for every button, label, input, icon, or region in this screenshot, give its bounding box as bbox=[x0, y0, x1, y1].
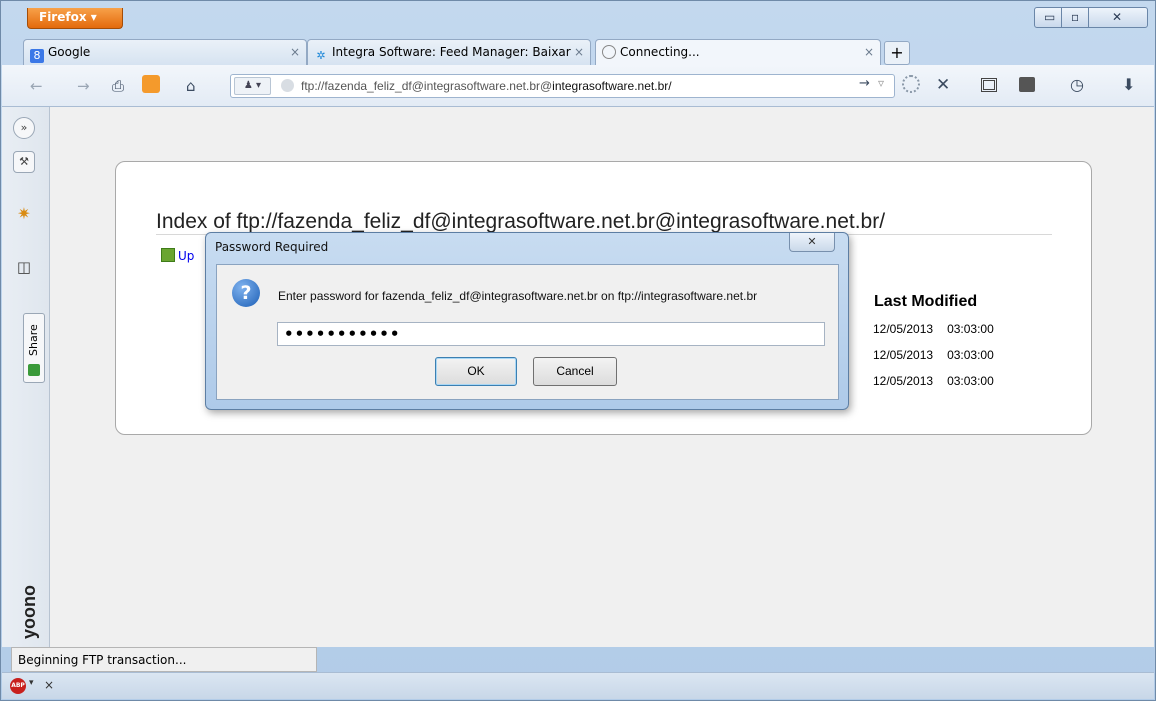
close-window-button[interactable]: ✕ bbox=[1088, 7, 1148, 28]
print-icon[interactable]: ⎙ bbox=[112, 77, 124, 95]
list-item: 12/05/2013 03:03:00 bbox=[873, 374, 994, 388]
navigation-toolbar: ← → ⎙ ⌂ ♟ ▾ ftp://fazenda_feliz_df@integ… bbox=[2, 65, 1154, 107]
question-icon: ? bbox=[232, 279, 260, 307]
share-icon bbox=[28, 364, 40, 376]
integra-star-icon: ✲ bbox=[316, 49, 326, 62]
abp-dropdown-icon[interactable]: ▾ bbox=[29, 678, 34, 688]
close-icon: ✕ bbox=[807, 235, 817, 248]
up-link[interactable]: Up bbox=[161, 248, 194, 263]
list-item: 12/05/2013 03:03:00 bbox=[873, 322, 994, 336]
close-addon-bar-icon[interactable]: × bbox=[44, 678, 54, 692]
password-field[interactable]: ••••••••••• bbox=[277, 322, 825, 346]
maximize-icon: ▫ bbox=[1071, 10, 1080, 24]
tab-label: Integra Software: Feed Manager: Baixar bbox=[332, 45, 571, 59]
globe-icon bbox=[281, 79, 294, 92]
addon-bar: ABP ▾ × bbox=[2, 672, 1154, 699]
bookmarks-icon[interactable] bbox=[1019, 77, 1035, 92]
ok-button[interactable]: OK bbox=[435, 357, 517, 386]
stop-icon[interactable]: ✕ bbox=[936, 75, 950, 95]
dialog-close-button[interactable]: ✕ bbox=[789, 233, 835, 252]
last-modified-header[interactable]: Last Modified bbox=[874, 293, 977, 311]
forward-icon[interactable]: → bbox=[77, 77, 90, 95]
identity-button[interactable]: ♟ ▾ bbox=[234, 77, 271, 95]
panel-toggle-icon[interactable]: ◫ bbox=[13, 257, 35, 279]
browser-window: Firefox ▾ ▭ ▫ ✕ 8 Google × ✲ Integra Softw… bbox=[0, 0, 1156, 701]
url-text[interactable]: ftp://fazenda_feliz_df@integrasoftware.n… bbox=[301, 79, 672, 93]
share-button[interactable]: Share bbox=[23, 313, 45, 383]
tab-close-icon[interactable]: × bbox=[574, 45, 584, 59]
go-icon[interactable]: → bbox=[859, 76, 870, 91]
new-tab-button[interactable]: + bbox=[884, 41, 910, 65]
yoono-star-icon[interactable]: ✷ bbox=[13, 204, 35, 226]
dialog-body: ? Enter password for fazenda_feliz_df@in… bbox=[216, 264, 839, 400]
dialog-message: Enter password for fazenda_feliz_df@inte… bbox=[278, 289, 758, 303]
folder-up-icon bbox=[161, 248, 175, 262]
url-bar[interactable]: ♟ ▾ ftp://fazenda_feliz_df@integrasoftwa… bbox=[230, 74, 895, 98]
clock-icon[interactable]: ◷ bbox=[1070, 75, 1084, 94]
firefox-menu-button[interactable]: Firefox ▾ bbox=[27, 8, 123, 29]
list-item: 12/05/2013 03:03:00 bbox=[873, 348, 994, 362]
page-title: Index of ftp://fazenda_feliz_df@integras… bbox=[156, 210, 886, 233]
cancel-button[interactable]: Cancel bbox=[533, 357, 617, 386]
yoono-logo: yoono bbox=[19, 585, 39, 639]
tab-google[interactable]: 8 Google × bbox=[23, 39, 307, 65]
minimize-icon: ▭ bbox=[1044, 10, 1056, 24]
tab-label: Google bbox=[48, 45, 91, 59]
tab-integra[interactable]: ✲ Integra Software: Feed Manager: Baixar … bbox=[307, 39, 591, 65]
expand-sidebar-button[interactable]: » bbox=[13, 117, 35, 139]
reload-spinner-icon bbox=[902, 75, 920, 93]
minimize-button[interactable]: ▭ bbox=[1034, 7, 1062, 28]
loading-icon bbox=[602, 45, 616, 59]
google-icon: 8 bbox=[30, 49, 44, 63]
addon-icon[interactable] bbox=[142, 75, 160, 93]
back-icon[interactable]: ← bbox=[30, 77, 43, 95]
password-dialog: Password Required ✕ ? Enter password for… bbox=[205, 232, 849, 410]
tab-label: Connecting... bbox=[620, 45, 700, 59]
share-label: Share bbox=[27, 324, 40, 356]
status-text: Beginning FTP transaction... bbox=[11, 647, 317, 672]
tab-close-icon[interactable]: × bbox=[864, 45, 874, 59]
adblock-plus-icon[interactable]: ABP bbox=[10, 678, 26, 694]
tools-icon[interactable]: ⚒ bbox=[13, 151, 35, 173]
maximize-button[interactable]: ▫ bbox=[1061, 7, 1089, 28]
close-icon: ✕ bbox=[1112, 10, 1123, 24]
grid-icon[interactable] bbox=[981, 78, 997, 92]
dialog-title: Password Required bbox=[215, 240, 329, 254]
tab-close-icon[interactable]: × bbox=[290, 45, 300, 59]
history-dropdown-icon[interactable]: ▿ bbox=[878, 76, 884, 90]
tab-connecting[interactable]: Connecting... × bbox=[595, 39, 881, 66]
download-icon[interactable]: ⬇ bbox=[1122, 75, 1135, 94]
home-icon[interactable]: ⌂ bbox=[186, 77, 196, 95]
